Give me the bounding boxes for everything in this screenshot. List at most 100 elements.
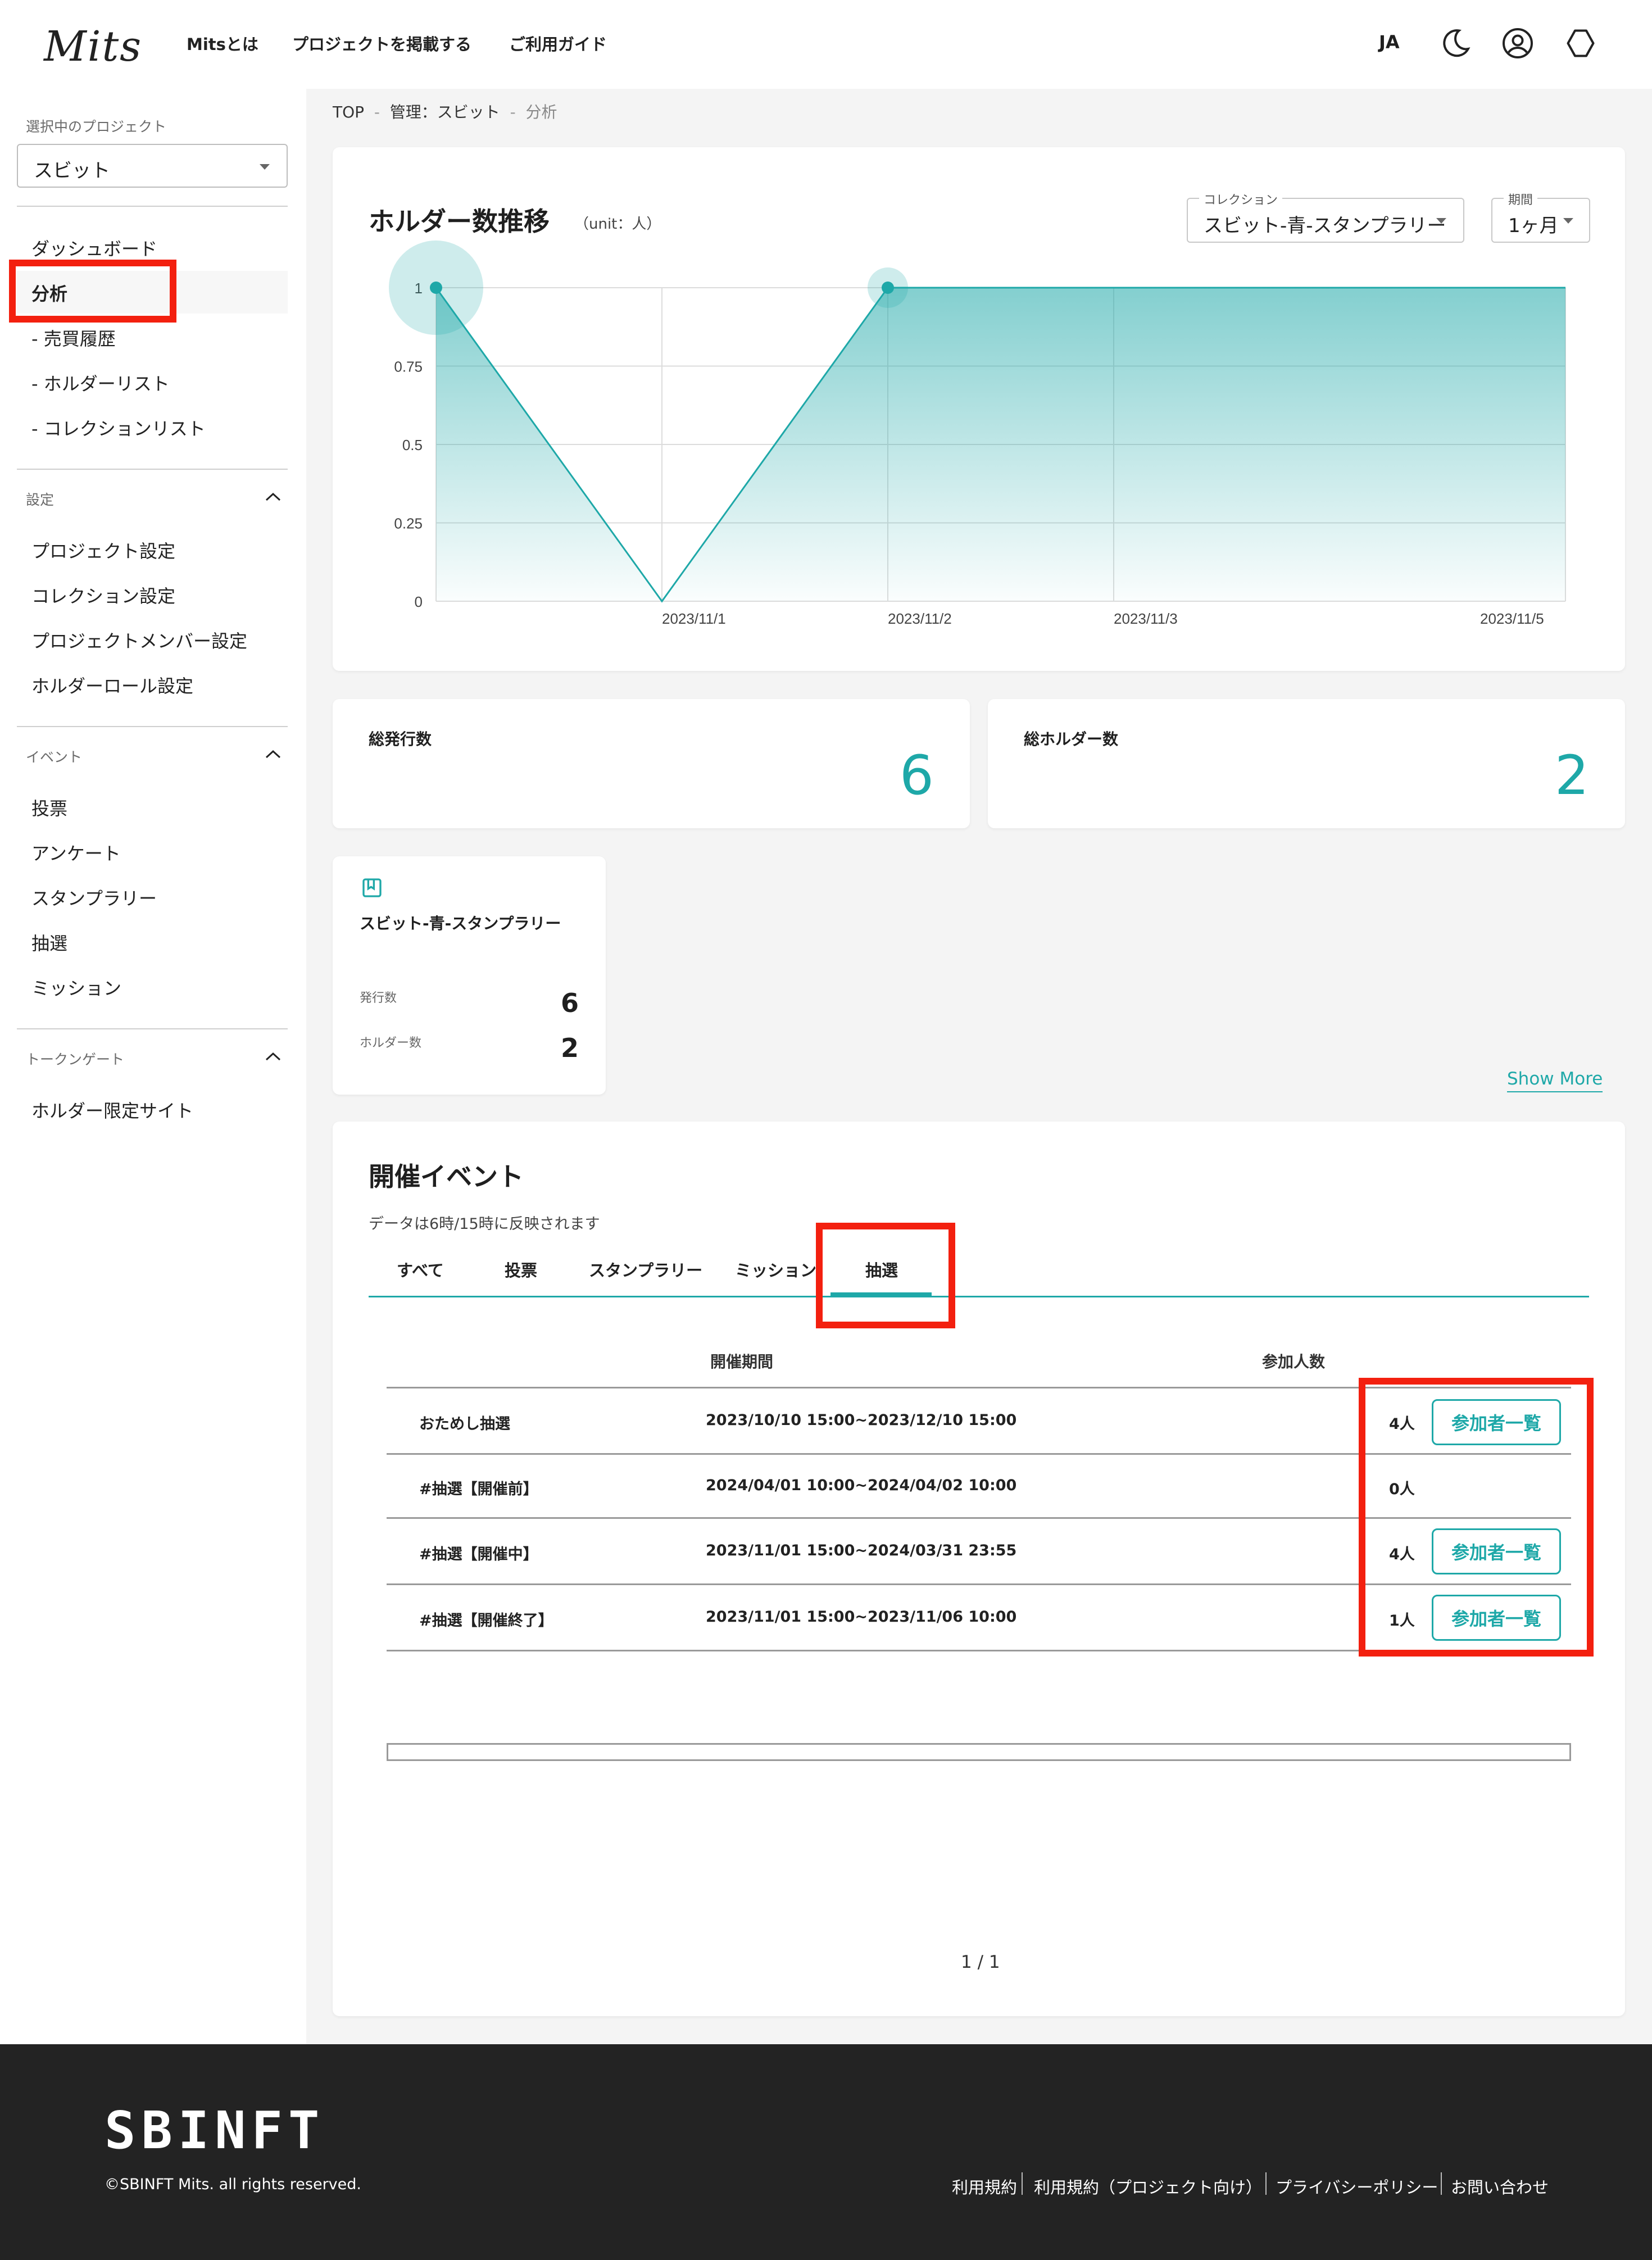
language-switch[interactable]: JA [1379, 31, 1400, 53]
sidebar-item-collection-settings[interactable]: コレクション設定 [31, 582, 175, 608]
events-section-label: イベント [26, 749, 83, 765]
highlight-box-participants [1359, 1378, 1594, 1657]
mits-logo[interactable]: Mits [44, 22, 142, 71]
y-tick-label: 0 [415, 593, 423, 610]
tab-mission[interactable]: ミッション [735, 1258, 816, 1281]
wallet-hexagon-icon[interactable] [1562, 25, 1599, 62]
sidebar-item-survey[interactable]: アンケート [31, 839, 121, 865]
tab-stamp-rally[interactable]: スタンプラリー [589, 1258, 702, 1281]
sidebar-item-stamp-rally[interactable]: スタンプラリー [31, 884, 157, 910]
holder-area-chart: 00.250.50.7512023/11/1 2023/11/2 2023/11/3… [389, 240, 1566, 627]
events-note: データは6時/15時に反映されます [369, 1215, 600, 1233]
breadcrumb-current: 分析 [525, 103, 557, 121]
chart-point [430, 282, 442, 294]
horizontal-scrollbar[interactable] [387, 1743, 1571, 1761]
divider [17, 726, 288, 727]
sbinft-logo[interactable]: SBINFT [105, 2100, 325, 2161]
footer-separator [1265, 2172, 1267, 2195]
x-tick-label: 2023/11/5 [1480, 610, 1544, 627]
pagination: 1 / 1 [961, 1952, 1000, 1972]
collection-card[interactable]: スビット-青-スタンプラリー 発行数 6 ホルダー数 2 [333, 856, 606, 1095]
x-tick-label: 2023/11/2 [888, 610, 952, 627]
event-row-name: #抽選【開催終了】 [419, 1612, 553, 1630]
user-account-icon[interactable] [1499, 25, 1536, 62]
y-tick-label: 0.5 [402, 437, 423, 453]
breadcrumb-top[interactable]: TOP [333, 103, 364, 121]
footer-separator [1022, 2172, 1023, 2195]
highlight-box-lottery-tab [816, 1223, 955, 1328]
sidebar-item-holder-site[interactable]: ホルダー限定サイト [31, 1097, 193, 1123]
breadcrumb-admin[interactable]: 管理：スビット [390, 103, 500, 121]
event-row-name: #抽選【開催中】 [419, 1546, 538, 1563]
event-row-period: 2023/11/01 15:00~2024/03/31 23:55 [706, 1542, 1017, 1559]
nav-about[interactable]: Mitsとは [187, 31, 258, 55]
divider [17, 469, 288, 470]
sidebar-item-collection-list[interactable]: - コレクションリスト [31, 415, 206, 441]
column-header-period: 開催期間 [710, 1353, 774, 1371]
total-issued-card: 総発行数 6 [333, 699, 970, 828]
highlight-box-analysis [9, 260, 176, 323]
sidebar: 選択中のプロジェクト スビット ダッシュボード 分析 - 売買履歴 - ホルダー… [0, 89, 306, 2044]
y-tick-label: 0.75 [394, 358, 423, 375]
footer-link-privacy[interactable]: プライバシーポリシー [1276, 2175, 1438, 2198]
event-row-period: 2023/10/10 15:00~2023/12/10 15:00 [706, 1412, 1017, 1429]
sidebar-item-member-settings[interactable]: プロジェクトメンバー設定 [31, 627, 247, 653]
sidebar-item-lottery[interactable]: 抽選 [31, 929, 67, 955]
sidebar-item-trade-history[interactable]: - 売買履歴 [31, 325, 116, 351]
holders-label: ホルダー数 [360, 1036, 422, 1050]
x-tick-label: 2023/11/1 [662, 610, 726, 627]
chart-point [882, 282, 894, 294]
chevron-up-icon[interactable] [265, 492, 281, 501]
footer-separator [1441, 2172, 1442, 2195]
total-issued-value: 6 [899, 744, 934, 807]
column-header-participants: 参加人数 [1262, 1353, 1326, 1371]
divider [17, 206, 288, 207]
y-tick-label: 0.25 [394, 515, 423, 532]
footer-link-project-terms[interactable]: 利用規約（プロジェクト向け） [1034, 2175, 1262, 2198]
issued-label: 発行数 [360, 991, 397, 1005]
issued-value: 6 [560, 988, 579, 1018]
chevron-up-icon[interactable] [265, 1052, 281, 1061]
sidebar-item-vote[interactable]: 投票 [31, 795, 67, 820]
holder-chart-card: ホルダー数推移 （unit：人） コレクション スビット-青-スタンプラリー 期… [333, 147, 1625, 671]
divider [17, 1028, 288, 1029]
x-tick-label: 2023/11/3 [1114, 610, 1178, 627]
sidebar-item-dashboard[interactable]: ダッシュボード [31, 235, 157, 261]
event-row-period: 2024/04/01 10:00~2024/04/02 10:00 [706, 1477, 1017, 1494]
tab-vote[interactable]: 投票 [505, 1258, 537, 1281]
tab-all[interactable]: すべて [397, 1258, 444, 1281]
event-row-period: 2023/11/01 15:00~2023/11/06 10:00 [706, 1608, 1017, 1626]
event-row-name: #抽選【開催前】 [419, 1481, 538, 1498]
collection-name: スビット-青-スタンプラリー [360, 914, 561, 933]
holders-value: 2 [560, 1033, 579, 1063]
nav-guide[interactable]: ご利用ガイド [509, 31, 607, 55]
footer-link-terms[interactable]: 利用規約 [952, 2175, 1017, 2198]
chevron-down-icon [260, 164, 270, 170]
nav-publish-project[interactable]: プロジェクトを掲載する [292, 31, 471, 55]
total-holders-label: 総ホルダー数 [1024, 730, 1119, 748]
project-select[interactable]: スビット [17, 144, 288, 188]
project-select-value: スビット [34, 160, 110, 182]
settings-section-label: 設定 [26, 492, 55, 508]
tokengate-section-label: トークンゲート [26, 1051, 125, 1068]
footer-link-contact[interactable]: お問い合わせ [1451, 2175, 1549, 2198]
chevron-up-icon[interactable] [265, 750, 281, 759]
moon-icon[interactable] [1436, 25, 1473, 62]
sidebar-item-mission[interactable]: ミッション [31, 974, 121, 1000]
total-holders-value: 2 [1554, 744, 1589, 807]
event-row-name: おためし抽選 [419, 1415, 510, 1433]
sidebar-item-holder-list[interactable]: - ホルダーリスト [31, 370, 170, 396]
footer: SBINFT ©SBINFT Mits. all rights reserved… [0, 2044, 1652, 2260]
sidebar-item-holder-role-settings[interactable]: ホルダーロール設定 [31, 672, 193, 698]
total-issued-label: 総発行数 [369, 730, 432, 748]
total-holders-card: 総ホルダー数 2 [988, 699, 1625, 828]
project-select-label: 選択中のプロジェクト [26, 119, 167, 135]
show-more-link[interactable]: Show More [1507, 1069, 1603, 1092]
sidebar-item-project-settings[interactable]: プロジェクト設定 [31, 537, 175, 563]
breadcrumb: TOP - 管理：スビット - 分析 [333, 103, 557, 121]
copyright: ©SBINFT Mits. all rights reserved. [105, 2176, 361, 2193]
book-icon [362, 878, 382, 897]
top-header: Mits Mitsとは プロジェクトを掲載する ご利用ガイド JA [0, 0, 1652, 89]
tabs-underline [369, 1296, 1589, 1297]
events-title: 開催イベント [369, 1161, 524, 1192]
